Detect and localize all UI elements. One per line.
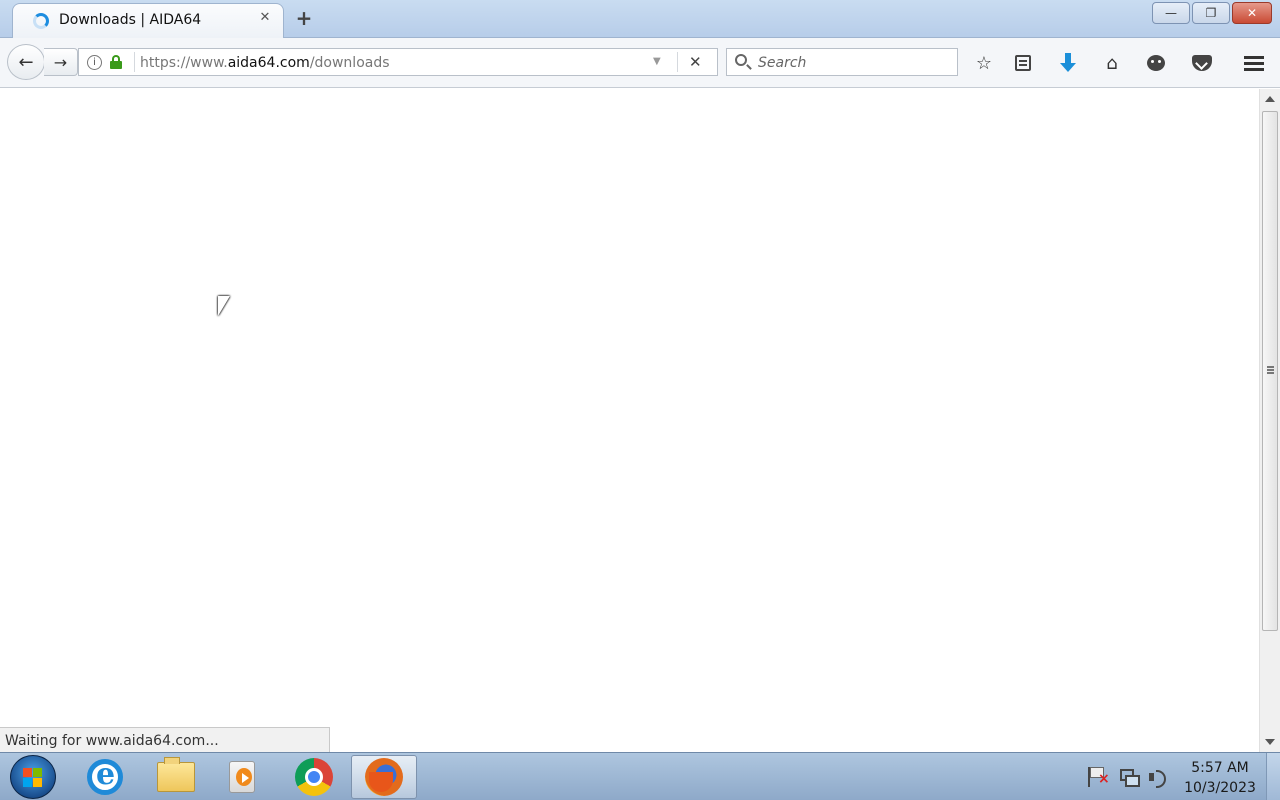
scroll-up-arrow-icon[interactable] <box>1265 96 1275 102</box>
url-path: /downloads <box>309 55 390 71</box>
clock-time: 5:57 AM <box>1191 760 1249 776</box>
site-info-icon[interactable]: i <box>87 55 102 70</box>
network-icon[interactable] <box>1118 767 1140 787</box>
secure-lock-icon[interactable] <box>110 55 122 69</box>
home-icon[interactable]: ⌂ <box>1099 50 1125 76</box>
restore-button[interactable]: ❐ <box>1192 2 1230 24</box>
pocket-icon[interactable] <box>1189 50 1215 76</box>
back-button[interactable]: ← <box>7 44 45 80</box>
loading-spinner-icon <box>33 13 49 29</box>
tab-strip: Downloads | AIDA64 ✕ + — ❐ ✕ <box>0 0 1280 38</box>
scroll-down-arrow-icon[interactable] <box>1265 739 1275 745</box>
system-tray <box>1088 765 1168 789</box>
taskbar-media-player[interactable] <box>209 755 275 799</box>
search-input[interactable]: Search <box>726 48 958 76</box>
tab-close-icon[interactable]: ✕ <box>257 10 273 26</box>
hello-glyph <box>1147 55 1165 71</box>
taskbar-internet-explorer[interactable] <box>72 755 138 799</box>
url-host: aida64.com <box>227 55 310 71</box>
clock-date: 10/3/2023 <box>1184 780 1256 796</box>
minimize-button[interactable]: — <box>1152 2 1190 24</box>
url-history-dropdown-icon[interactable]: ▼ <box>653 56 661 67</box>
taskbar-clock[interactable]: 5:57 AM 10/3/2023 <box>1180 758 1260 798</box>
search-icon <box>735 54 747 66</box>
taskbar-windows-explorer[interactable] <box>143 755 209 799</box>
hello-chat-icon[interactable] <box>1143 50 1169 76</box>
taskbar-chrome[interactable] <box>281 755 347 799</box>
bookmark-star-icon[interactable]: ☆ <box>971 50 997 76</box>
windows-taskbar: 5:57 AM 10/3/2023 <box>0 752 1280 800</box>
start-button[interactable] <box>10 755 56 799</box>
taskbar-firefox[interactable] <box>351 755 417 799</box>
tab-downloads-aida64[interactable]: Downloads | AIDA64 ✕ <box>12 3 284 38</box>
vertical-scrollbar[interactable] <box>1259 89 1280 752</box>
address-bar[interactable]: i https://www.aida64.com/downloads ▼ ✕ <box>78 48 718 76</box>
status-text: Waiting for www.aida64.com... <box>5 733 219 749</box>
windows-logo-icon <box>23 768 43 788</box>
folder-icon <box>157 757 195 792</box>
chrome-icon <box>295 758 333 796</box>
internet-explorer-icon <box>87 757 123 795</box>
scroll-thumb[interactable] <box>1262 111 1278 631</box>
scroll-grip-icon <box>1267 366 1274 368</box>
status-bar: Waiting for www.aida64.com... <box>0 727 330 752</box>
new-tab-button[interactable]: + <box>294 8 314 28</box>
close-window-button[interactable]: ✕ <box>1232 2 1272 24</box>
forward-button[interactable]: → <box>44 48 78 76</box>
tab-title: Downloads | AIDA64 <box>59 12 202 28</box>
pocket-glyph <box>1192 55 1212 71</box>
address-divider <box>134 52 135 72</box>
media-player-icon <box>229 761 255 793</box>
window-controls: — ❐ ✕ <box>1152 2 1272 24</box>
show-desktop-button[interactable] <box>1266 753 1280 800</box>
stop-loading-icon[interactable]: ✕ <box>689 53 702 71</box>
navigation-toolbar: ← → i https://www.aida64.com/downloads ▼… <box>0 38 1280 88</box>
menu-glyph <box>1244 61 1264 65</box>
firefox-icon <box>365 758 403 796</box>
search-placeholder: Search <box>758 55 807 71</box>
url-text[interactable]: https://www.aida64.com/downloads <box>140 55 390 71</box>
page-content <box>0 89 1258 752</box>
url-scheme: https://www. <box>140 55 228 71</box>
action-center-flag-icon[interactable] <box>1088 767 1110 787</box>
mouse-cursor-icon <box>218 296 230 316</box>
hamburger-menu-icon[interactable] <box>1241 50 1267 76</box>
bookmarks-library-icon[interactable] <box>1010 50 1036 76</box>
library-glyph <box>1015 55 1031 71</box>
downloads-icon[interactable] <box>1055 50 1081 76</box>
address-separator <box>677 52 678 72</box>
volume-icon[interactable] <box>1148 767 1168 788</box>
